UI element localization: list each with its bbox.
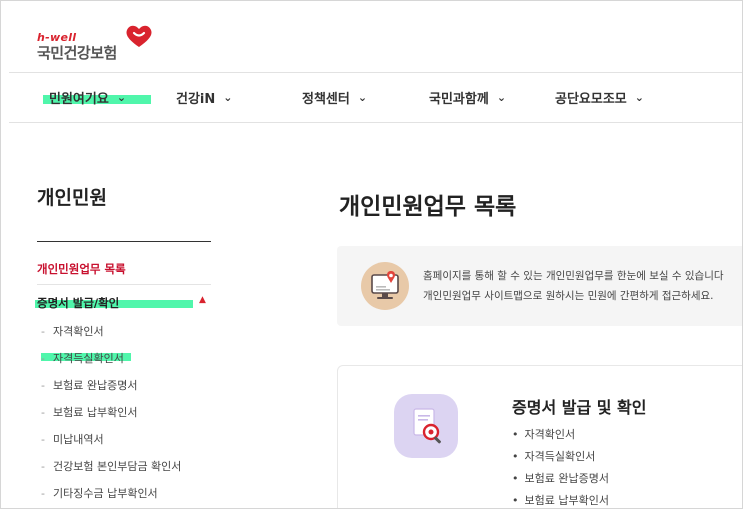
sidebar-title: 개인민원	[37, 187, 107, 209]
page-title: 개인민원업무 목록	[339, 194, 517, 220]
sidebar-subitem[interactable]: - 건강보험 본인부담금 확인서	[41, 458, 181, 474]
card-title: 증명서 발급 및 확인	[512, 398, 647, 417]
sidebar-subitem[interactable]: - 보험료 납부확인서	[41, 404, 137, 420]
chevron-down-icon: ⌄	[496, 91, 507, 104]
sidebar-subitem[interactable]: - 자격득실확인서	[41, 350, 124, 366]
site-header: h-well 국민건강보험	[9, 1, 742, 73]
main-nav: 민원여기요 ⌄ 건강iN ⌄ 정책센터 ⌄ 국민과함께 ⌄ 공단요모조모 ⌄	[9, 73, 742, 123]
nav-item-about[interactable]: 공단요모조모 ⌄	[555, 88, 644, 107]
card-link-label: 자격득실확인서	[524, 450, 596, 463]
card-link[interactable]: • 보험료 완납증명서	[512, 470, 609, 486]
dash-marker: -	[41, 460, 45, 473]
dash-marker: -	[41, 352, 45, 365]
bullet-marker: •	[512, 428, 519, 441]
page-frame: h-well 국민건강보험 민원여기요 ⌄ 건강iN ⌄ 정책센터 ⌄ 국민과함…	[0, 0, 743, 509]
nav-label: 건강iN	[176, 92, 216, 107]
nav-item-policy[interactable]: 정책센터 ⌄	[302, 88, 367, 107]
info-text-line: 개인민원업무 사이트맵으로 원하시는 민원에 간편하게 접근하세요.	[423, 290, 714, 302]
sidebar-subitem[interactable]: - 자격확인서	[41, 323, 104, 339]
card-link[interactable]: • 자격득실확인서	[512, 448, 595, 464]
document-search-icon	[394, 394, 458, 458]
sidebar-subitem[interactable]: - 미납내역서	[41, 431, 104, 447]
monitor-location-icon	[361, 262, 409, 310]
chevron-down-icon: ⌄	[634, 91, 644, 104]
info-box: 홈페이지를 통해 할 수 있는 개인민원업무를 한눈에 보실 수 있습니다 개인…	[337, 246, 742, 326]
bullet-marker: •	[512, 472, 519, 485]
dash-marker: -	[41, 406, 45, 419]
sidebar-subitem-label: 자격득실확인서	[52, 352, 124, 365]
sidebar-divider	[37, 284, 211, 285]
chevron-down-icon: ⌄	[116, 91, 127, 104]
card-link-label: 자격확인서	[524, 428, 576, 441]
sidebar-subitem-label: 자격확인서	[52, 325, 104, 338]
sidebar-subitem[interactable]: - 기타징수금 납부확인서	[41, 485, 158, 501]
chevron-down-icon: ⌄	[223, 91, 233, 104]
site-logo[interactable]: h-well 국민건강보험	[37, 23, 167, 63]
info-text-line: 홈페이지를 통해 할 수 있는 개인민원업무를 한눈에 보실 수 있습니다	[423, 270, 724, 282]
card-link-label: 보험료 납부확인서	[524, 494, 609, 507]
nav-label: 정책센터	[302, 92, 350, 107]
sidebar-subitem-label: 건강보험 본인부담금 확인서	[52, 460, 182, 473]
category-card[interactable]: 증명서 발급 및 확인 • 자격확인서 • 자격득실확인서 • 보험료 완납증명서 •…	[337, 365, 742, 508]
card-link-label: 보험료 완납증명서	[524, 472, 609, 485]
chevron-down-icon: ⌄	[357, 91, 368, 104]
sidebar-divider	[37, 241, 211, 242]
nav-label: 국민과함께	[429, 92, 489, 107]
dash-marker: -	[41, 325, 45, 338]
heart-logo-icon	[126, 25, 152, 47]
sidebar-section-certificates[interactable]: 증명서 발급/확인	[37, 295, 119, 311]
bullet-marker: •	[512, 450, 519, 463]
triangle-up-icon[interactable]: ▲	[199, 295, 206, 305]
nav-label: 공단요모조모	[555, 92, 627, 107]
sidebar-item-list[interactable]: 개인민원업무 목록	[37, 261, 126, 277]
dash-marker: -	[41, 379, 45, 392]
card-link[interactable]: • 보험료 납부확인서	[512, 492, 609, 508]
sidebar-subitem-label: 미납내역서	[52, 433, 104, 446]
sidebar-subitem-label: 보험료 납부확인서	[52, 406, 138, 419]
nav-item-health-in[interactable]: 건강iN ⌄	[176, 88, 232, 107]
sidebar-subitem[interactable]: - 보험료 완납증명서	[41, 377, 137, 393]
nav-item-civil[interactable]: 민원여기요 ⌄	[49, 88, 126, 107]
logo-main-text: 국민건강보험	[37, 44, 117, 62]
bullet-marker: •	[512, 494, 519, 507]
dash-marker: -	[41, 487, 45, 500]
sidebar-subitem-label: 보험료 완납증명서	[52, 379, 138, 392]
nav-label: 민원여기요	[49, 92, 109, 107]
card-link[interactable]: • 자격확인서	[512, 426, 575, 442]
nav-item-together[interactable]: 국민과함께 ⌄	[429, 88, 506, 107]
dash-marker: -	[41, 433, 45, 446]
sidebar-subitem-label: 기타징수금 납부확인서	[52, 487, 158, 500]
